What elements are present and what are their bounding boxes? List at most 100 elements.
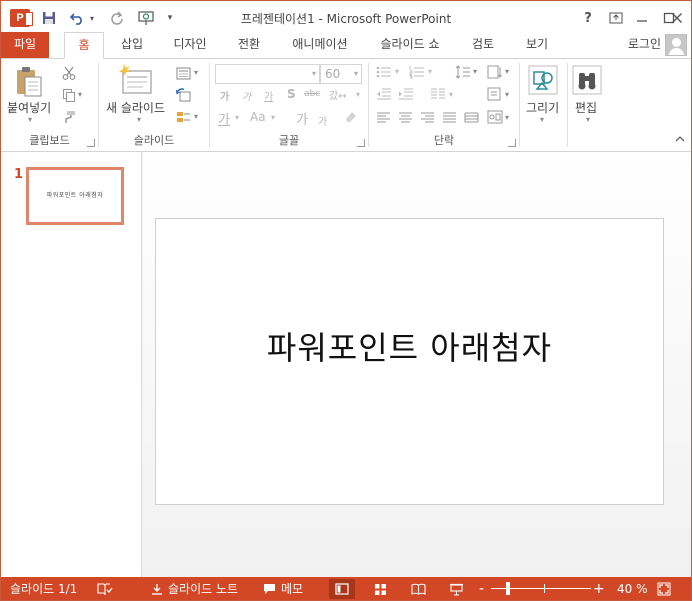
sign-in-link[interactable]: 로그인 (628, 32, 661, 56)
clear-formatting-button[interactable] (343, 109, 359, 125)
change-case-button[interactable]: Aa (250, 110, 266, 124)
align-center-icon[interactable] (398, 112, 413, 124)
line-spacing-dropdown[interactable]: ▾ (473, 67, 477, 76)
spacing-dropdown[interactable]: ▾ (356, 90, 360, 99)
copy-dropdown[interactable]: ▾ (78, 90, 82, 99)
undo-dropdown[interactable]: ▾ (87, 7, 97, 29)
font-color-dropdown[interactable]: ▾ (235, 113, 239, 122)
new-slide-button[interactable] (119, 63, 155, 97)
columns-dropdown[interactable]: ▾ (449, 90, 453, 99)
section-button[interactable] (175, 109, 191, 125)
tab-file[interactable]: 파일 (1, 32, 49, 58)
bold-button[interactable]: 가 (220, 88, 229, 103)
undo-button[interactable] (67, 7, 87, 29)
paste-dropdown[interactable]: ▾ (28, 115, 32, 124)
numbering-dropdown[interactable]: ▾ (428, 67, 432, 76)
help-button[interactable]: ? (576, 6, 600, 30)
layout-dropdown[interactable]: ▾ (194, 68, 198, 77)
editing-button[interactable] (572, 65, 602, 95)
numbering-icon[interactable] (409, 65, 425, 79)
align-right-icon[interactable] (420, 112, 435, 124)
close-button[interactable] (665, 6, 689, 30)
columns-icon[interactable] (430, 88, 446, 100)
avatar[interactable] (665, 34, 687, 56)
copy-button[interactable] (61, 87, 77, 103)
drawing-dropdown[interactable]: ▾ (540, 115, 544, 124)
slide-thumbnail[interactable]: 파워포인트 아래첨자 (26, 167, 124, 225)
smartart-dropdown[interactable]: ▾ (505, 113, 509, 122)
font-name-combo[interactable]: ▾ (215, 64, 320, 84)
ribbon-display-options-button[interactable] (604, 6, 628, 30)
tab-view[interactable]: 보기 (513, 32, 561, 58)
zoom-in-button[interactable]: + (593, 577, 605, 600)
slide-canvas[interactable]: 파워포인트 아래첨자 (155, 218, 664, 505)
drawing-label[interactable]: 그리기 (526, 99, 559, 116)
format-painter-button[interactable] (61, 109, 77, 125)
spell-check-button[interactable] (97, 577, 113, 600)
shadow-button[interactable]: S (287, 87, 296, 101)
slide-sorter-view-button[interactable] (367, 579, 393, 599)
editing-label[interactable]: 편집 (575, 99, 597, 116)
tab-review[interactable]: 검토 (461, 32, 505, 58)
character-spacing-button[interactable]: 갔↔ (329, 87, 347, 102)
tab-animations[interactable]: 애니메이션 (279, 32, 361, 58)
font-size-combo[interactable]: 60 ▾ (320, 64, 362, 84)
increase-indent-icon[interactable] (398, 88, 414, 100)
grow-font-button[interactable]: 가 (296, 109, 308, 128)
comments-button[interactable]: 메모 (263, 577, 303, 600)
paste-button[interactable] (11, 65, 51, 99)
tab-home[interactable]: 홈 (64, 32, 104, 59)
tab-insert[interactable]: 삽입 (109, 32, 155, 58)
start-from-beginning-button[interactable] (135, 7, 157, 29)
tab-slideshow[interactable]: 슬라이드 쇼 (367, 32, 453, 58)
slide-text-box[interactable]: 파워포인트 아래첨자 (156, 323, 663, 369)
line-spacing-icon[interactable] (455, 65, 471, 79)
distributed-icon[interactable] (464, 112, 479, 124)
powerpoint-logo-icon[interactable]: P (10, 9, 33, 27)
redo-button[interactable] (107, 7, 127, 29)
clipboard-dialog-launcher[interactable] (87, 139, 95, 147)
save-button[interactable] (39, 7, 59, 29)
editing-dropdown[interactable]: ▾ (586, 115, 590, 124)
paragraph-dialog-launcher[interactable] (508, 139, 516, 147)
bullets-dropdown[interactable]: ▾ (395, 67, 399, 76)
layout-button[interactable] (175, 65, 191, 81)
new-slide-dropdown[interactable]: ▾ (137, 115, 141, 124)
zoom-out-button[interactable]: - (479, 577, 484, 600)
fit-to-window-button[interactable] (657, 577, 671, 600)
tab-transitions[interactable]: 전환 (225, 32, 273, 58)
align-text-icon[interactable] (487, 87, 503, 101)
slide-count[interactable]: 슬라이드 1/1 (10, 577, 77, 600)
zoom-level[interactable]: 40 % (617, 577, 648, 600)
slideshow-view-button[interactable] (443, 579, 469, 599)
cut-button[interactable] (61, 65, 77, 81)
justify-icon[interactable] (442, 112, 457, 124)
section-dropdown[interactable]: ▾ (194, 112, 198, 121)
font-color-button[interactable]: 가 (218, 109, 230, 128)
slide-thumbnail-pane[interactable]: 1 파워포인트 아래첨자 (1, 152, 142, 577)
underline-button[interactable]: 가 (264, 88, 273, 103)
paste-label[interactable]: 붙여넣기 (7, 99, 51, 116)
decrease-indent-icon[interactable] (376, 88, 392, 100)
tab-design[interactable]: 디자인 (161, 32, 219, 58)
align-left-icon[interactable] (376, 112, 391, 124)
strikethrough-button[interactable]: abc (304, 89, 320, 99)
font-dialog-launcher[interactable] (357, 139, 365, 147)
text-direction-dropdown[interactable]: ▾ (505, 67, 509, 76)
normal-view-button[interactable] (329, 579, 355, 599)
text-direction-icon[interactable] (487, 65, 503, 79)
collapse-ribbon-button[interactable] (675, 135, 685, 145)
customize-qat-button[interactable]: ▾ (164, 7, 176, 29)
reading-view-button[interactable] (405, 579, 431, 599)
drawing-shapes-button[interactable] (528, 65, 558, 95)
align-text-dropdown[interactable]: ▾ (505, 90, 509, 99)
slide-editing-area[interactable]: 파워포인트 아래첨자 (143, 152, 691, 577)
case-dropdown[interactable]: ▾ (271, 113, 275, 122)
reset-slide-button[interactable] (175, 87, 191, 103)
shrink-font-button[interactable]: 가 (318, 113, 327, 128)
zoom-slider-thumb[interactable] (506, 582, 510, 595)
bullets-icon[interactable] (376, 65, 392, 79)
notes-button[interactable]: 슬라이드 노트 (151, 577, 238, 600)
italic-button[interactable]: 가 (242, 88, 251, 103)
smartart-icon[interactable] (487, 110, 503, 124)
